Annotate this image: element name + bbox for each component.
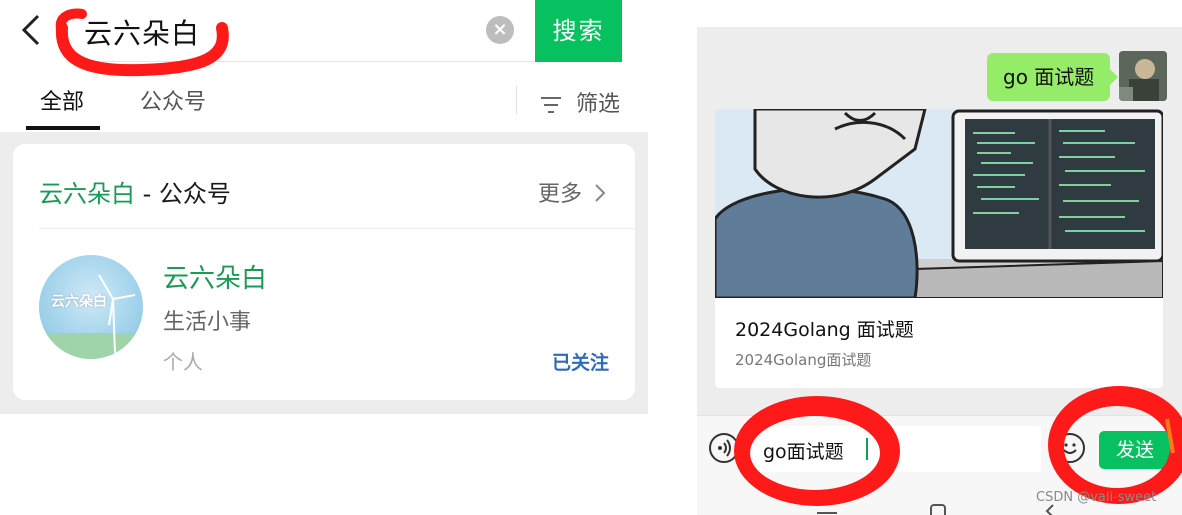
filter-button[interactable]: 筛选	[540, 86, 620, 118]
search-input[interactable]: 云六朵白 ×	[66, 0, 534, 62]
follow-status[interactable]: 已关注	[552, 348, 609, 375]
article-thumbnail	[715, 109, 1163, 300]
account-type: 个人	[163, 350, 203, 374]
tab-divider	[516, 86, 517, 114]
search-query-text: 云六朵白	[84, 17, 201, 50]
tab-official-accounts[interactable]: 公众号	[140, 84, 206, 116]
screenshot-root: 云六朵白 × 搜索 全部 公众号 筛选 云六朵白 - 公众号 更多 云六朵白 云…	[0, 0, 1182, 515]
search-tabs: 全部 公众号 筛选	[0, 62, 648, 132]
emoji-icon[interactable]	[1055, 433, 1085, 463]
card-header: 云六朵白 - 公众号	[39, 174, 231, 209]
programmer-illustration	[715, 109, 1163, 300]
chat-input-bar: go面试题 发送	[697, 415, 1182, 483]
account-description: 生活小事	[163, 310, 252, 335]
voice-wave-icon	[718, 439, 731, 457]
search-bar: 云六朵白 × 搜索	[0, 0, 648, 62]
smiley-icon	[1063, 443, 1077, 454]
card-header-suffix: - 公众号	[135, 180, 231, 208]
text-cursor	[866, 438, 868, 460]
more-label: 更多	[537, 182, 582, 207]
search-button[interactable]: 搜索	[535, 0, 622, 62]
chat-panel: go 面试题 2024Golang 面试题 2024Golang面试题 go面试…	[697, 27, 1182, 515]
tab-all[interactable]: 全部	[40, 84, 84, 116]
account-name[interactable]: 云六朵白	[163, 258, 267, 295]
article-subtitle: 2024Golang面试题	[735, 351, 872, 369]
filter-icon	[541, 97, 561, 113]
back-button[interactable]	[16, 8, 50, 52]
filter-label: 筛选	[576, 92, 621, 117]
user-avatar[interactable]	[1119, 51, 1167, 101]
message-input[interactable]: go面试题	[751, 426, 1041, 472]
chevron-left-icon	[21, 14, 40, 46]
shared-article-card[interactable]: 2024Golang 面试题 2024Golang面试题	[715, 109, 1163, 388]
card-header-name: 云六朵白	[39, 180, 135, 208]
user-avatar-image	[1119, 51, 1167, 101]
message-input-text: go面试题	[763, 441, 844, 463]
more-link[interactable]: 更多	[538, 176, 607, 208]
card-divider	[39, 228, 635, 229]
article-title: 2024Golang 面试题	[735, 319, 914, 341]
clear-icon[interactable]: ×	[486, 16, 514, 44]
wechat-search-panel: 云六朵白 × 搜索 全部 公众号 筛选 云六朵白 - 公众号 更多 云六朵白 云…	[0, 0, 648, 515]
voice-icon[interactable]	[709, 433, 739, 463]
account-avatar[interactable]: 云六朵白	[39, 255, 143, 359]
official-account-result-card: 云六朵白 - 公众号 更多 云六朵白 云六朵白 生活小事 个人 已关注	[13, 144, 635, 400]
active-tab-indicator	[26, 126, 100, 130]
send-button[interactable]: 发送	[1099, 431, 1171, 469]
avatar-label: 云六朵白	[51, 294, 107, 310]
watermark: CSDN @vali-sweet	[1036, 490, 1157, 505]
chevron-right-icon	[595, 184, 606, 202]
sent-message-bubble[interactable]: go 面试题	[987, 53, 1119, 101]
